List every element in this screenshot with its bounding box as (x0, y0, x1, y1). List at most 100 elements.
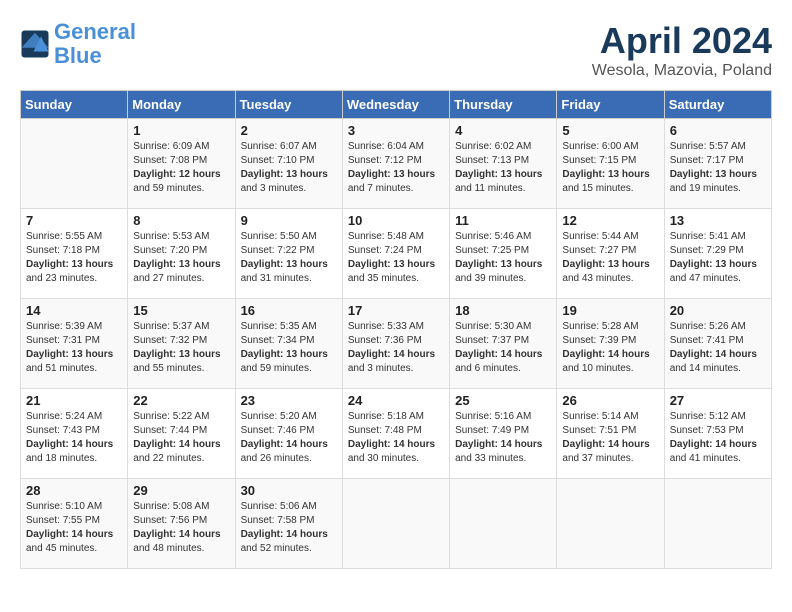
day-number: 7 (26, 213, 122, 228)
calendar-cell: 20 Sunrise: 5:26 AMSunset: 7:41 PMDayligh… (664, 299, 771, 389)
day-number: 24 (348, 393, 444, 408)
calendar-cell: 6Sunrise: 5:57 AMSunset: 7:17 PMDaylight… (664, 119, 771, 209)
day-info: Sunrise: 5:46 AMSunset: 7:25 PMDaylight:… (455, 230, 551, 286)
day-number: 28 (26, 483, 122, 498)
day-info: Sunrise: 5:35 AMSunset: 7:34 PMDaylight:… (241, 320, 337, 376)
calendar-cell: 5 Sunrise: 6:00 AMSunset: 7:15 PMDaylight… (557, 119, 664, 209)
day-info: Sunrise: 5:16 AMSunset: 7:49 PMDaylight:… (455, 410, 551, 466)
calendar-cell: 15Sunrise: 5:37 AMSunset: 7:32 PMDayligh… (128, 299, 235, 389)
day-info: Sunrise: 5:20 AMSunset: 7:46 PMDaylight:… (241, 410, 337, 466)
calendar-cell (450, 479, 557, 569)
day-number: 14 (26, 303, 122, 318)
column-header-thursday: Thursday (450, 91, 557, 119)
day-info: Sunrise: 5:37 AMSunset: 7:32 PMDaylight:… (133, 320, 229, 376)
day-number: 26 (562, 393, 658, 408)
day-info: Sunrise: 5:57 AMSunset: 7:17 PMDaylight:… (670, 140, 766, 196)
calendar-cell: 28 Sunrise: 5:10 AMSunset: 7:55 PMDayligh… (21, 479, 128, 569)
day-info: Sunrise: 5:44 AMSunset: 7:27 PMDaylight:… (562, 230, 658, 286)
day-info: Sunrise: 5:22 AMSunset: 7:44 PMDaylight:… (133, 410, 229, 466)
calendar-cell: 19 Sunrise: 5:28 AMSunset: 7:39 PMDayligh… (557, 299, 664, 389)
calendar-cell (21, 119, 128, 209)
day-number: 18 (455, 303, 551, 318)
column-header-sunday: Sunday (21, 91, 128, 119)
week-row-5: 28 Sunrise: 5:10 AMSunset: 7:55 PMDayligh… (21, 479, 772, 569)
day-info: Sunrise: 5:12 AMSunset: 7:53 PMDaylight:… (670, 410, 766, 466)
calendar-cell: 24Sunrise: 5:18 AMSunset: 7:48 PMDayligh… (342, 389, 449, 479)
day-number: 22 (133, 393, 229, 408)
logo-icon (20, 29, 50, 59)
page-header: General Blue April 2024 Wesola, Mazovia,… (20, 20, 772, 80)
day-number: 27 (670, 393, 766, 408)
day-info: Sunrise: 5:41 AMSunset: 7:29 PMDaylight:… (670, 230, 766, 286)
day-number: 13 (670, 213, 766, 228)
day-info: Sunrise: 5:48 AMSunset: 7:24 PMDaylight:… (348, 230, 444, 286)
calendar-cell: 30 Sunrise: 5:06 AMSunset: 7:58 PMDayligh… (235, 479, 342, 569)
logo: General Blue (20, 20, 136, 68)
day-info: Sunrise: 5:30 AMSunset: 7:37 PMDaylight:… (455, 320, 551, 376)
day-number: 30 (241, 483, 337, 498)
location: Wesola, Mazovia, Poland (592, 62, 772, 80)
logo-text: General Blue (54, 20, 136, 68)
calendar-cell: 13 Sunrise: 5:41 AMSunset: 7:29 PMDayligh… (664, 209, 771, 299)
calendar-cell: 1Sunrise: 6:09 AMSunset: 7:08 PMDaylight… (128, 119, 235, 209)
day-number: 11 (455, 213, 551, 228)
calendar-cell: 21 Sunrise: 5:24 AMSunset: 7:43 PMDayligh… (21, 389, 128, 479)
day-number: 21 (26, 393, 122, 408)
day-info: Sunrise: 5:24 AMSunset: 7:43 PMDaylight:… (26, 410, 122, 466)
day-number: 3 (348, 123, 444, 138)
calendar-cell: 23 Sunrise: 5:20 AMSunset: 7:46 PMDayligh… (235, 389, 342, 479)
calendar-cell: 14 Sunrise: 5:39 AMSunset: 7:31 PMDayligh… (21, 299, 128, 389)
day-number: 9 (241, 213, 337, 228)
calendar-cell: 4Sunrise: 6:02 AMSunset: 7:13 PMDaylight… (450, 119, 557, 209)
calendar-cell: 17Sunrise: 5:33 AMSunset: 7:36 PMDayligh… (342, 299, 449, 389)
day-number: 8 (133, 213, 229, 228)
day-number: 2 (241, 123, 337, 138)
day-info: Sunrise: 6:00 AMSunset: 7:15 PMDaylight:… (562, 140, 658, 196)
title-block: April 2024 Wesola, Mazovia, Poland (592, 20, 772, 80)
day-info: Sunrise: 5:08 AMSunset: 7:56 PMDaylight:… (133, 500, 229, 556)
calendar-cell: 3 Sunrise: 6:04 AMSunset: 7:12 PMDaylight… (342, 119, 449, 209)
day-number: 12 (562, 213, 658, 228)
calendar-cell: 22 Sunrise: 5:22 AMSunset: 7:44 PMDayligh… (128, 389, 235, 479)
day-info: Sunrise: 5:14 AMSunset: 7:51 PMDaylight:… (562, 410, 658, 466)
calendar-cell: 16 Sunrise: 5:35 AMSunset: 7:34 PMDayligh… (235, 299, 342, 389)
calendar-cell: 18 Sunrise: 5:30 AMSunset: 7:37 PMDayligh… (450, 299, 557, 389)
calendar-cell: 7Sunrise: 5:55 AMSunset: 7:18 PMDaylight… (21, 209, 128, 299)
day-info: Sunrise: 5:50 AMSunset: 7:22 PMDaylight:… (241, 230, 337, 286)
calendar-cell: 29 Sunrise: 5:08 AMSunset: 7:56 PMDayligh… (128, 479, 235, 569)
calendar-cell: 8 Sunrise: 5:53 AMSunset: 7:20 PMDaylight… (128, 209, 235, 299)
day-info: Sunrise: 6:04 AMSunset: 7:12 PMDaylight:… (348, 140, 444, 196)
calendar-cell: 12 Sunrise: 5:44 AMSunset: 7:27 PMDayligh… (557, 209, 664, 299)
week-row-1: 1Sunrise: 6:09 AMSunset: 7:08 PMDaylight… (21, 119, 772, 209)
day-info: Sunrise: 5:53 AMSunset: 7:20 PMDaylight:… (133, 230, 229, 286)
calendar-cell: 26 Sunrise: 5:14 AMSunset: 7:51 PMDayligh… (557, 389, 664, 479)
calendar-table: SundayMondayTuesdayWednesdayThursdayFrid… (20, 90, 772, 569)
calendar-cell: 9 Sunrise: 5:50 AMSunset: 7:22 PMDaylight… (235, 209, 342, 299)
calendar-cell: 27 Sunrise: 5:12 AMSunset: 7:53 PMDayligh… (664, 389, 771, 479)
day-info: Sunrise: 5:06 AMSunset: 7:58 PMDaylight:… (241, 500, 337, 556)
month-title: April 2024 (592, 20, 772, 62)
day-number: 19 (562, 303, 658, 318)
week-row-4: 21 Sunrise: 5:24 AMSunset: 7:43 PMDayligh… (21, 389, 772, 479)
day-number: 1 (133, 123, 229, 138)
column-header-tuesday: Tuesday (235, 91, 342, 119)
day-number: 20 (670, 303, 766, 318)
day-info: Sunrise: 5:39 AMSunset: 7:31 PMDaylight:… (26, 320, 122, 376)
day-info: Sunrise: 5:26 AMSunset: 7:41 PMDaylight:… (670, 320, 766, 376)
calendar-cell: 10Sunrise: 5:48 AMSunset: 7:24 PMDayligh… (342, 209, 449, 299)
column-header-wednesday: Wednesday (342, 91, 449, 119)
day-info: Sunrise: 5:10 AMSunset: 7:55 PMDaylight:… (26, 500, 122, 556)
column-header-saturday: Saturday (664, 91, 771, 119)
calendar-cell (557, 479, 664, 569)
week-row-3: 14 Sunrise: 5:39 AMSunset: 7:31 PMDayligh… (21, 299, 772, 389)
header-row: SundayMondayTuesdayWednesdayThursdayFrid… (21, 91, 772, 119)
day-number: 5 (562, 123, 658, 138)
calendar-cell: 25Sunrise: 5:16 AMSunset: 7:49 PMDayligh… (450, 389, 557, 479)
week-row-2: 7Sunrise: 5:55 AMSunset: 7:18 PMDaylight… (21, 209, 772, 299)
day-number: 16 (241, 303, 337, 318)
day-info: Sunrise: 5:28 AMSunset: 7:39 PMDaylight:… (562, 320, 658, 376)
day-number: 4 (455, 123, 551, 138)
day-number: 23 (241, 393, 337, 408)
column-header-monday: Monday (128, 91, 235, 119)
day-number: 29 (133, 483, 229, 498)
